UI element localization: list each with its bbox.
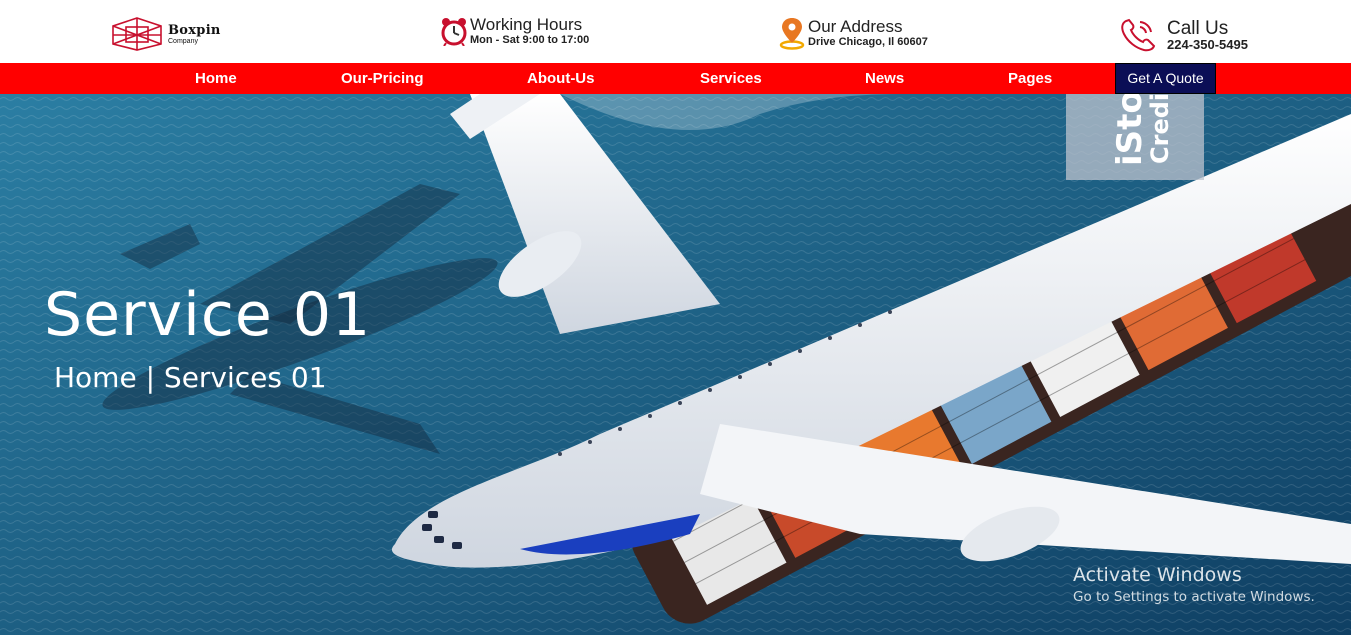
get-a-quote-button[interactable]: Get A Quote [1115,63,1216,94]
nav-about-us[interactable]: About-Us [527,63,595,94]
page-title: Service 01 [44,280,372,350]
address-info: Our Address Drive Chicago, Il 60607 [779,16,928,50]
breadcrumb: Home | Services 01 [54,361,327,394]
nav-our-pricing[interactable]: Our-Pricing [341,63,424,94]
top-info-bar: Boxpin Company Working Hours Mon - Sat 9… [0,0,1351,63]
phone-icon [1118,17,1164,53]
alarm-clock-icon [441,16,467,46]
hero-banner: iSto Credit Service 01 Home | Services 0… [0,94,1351,635]
address-title: Our Address [808,17,903,36]
stock-watermark-line2: Credit [1146,94,1174,164]
nav-home[interactable]: Home [195,63,237,94]
activate-windows-title: Activate Windows [1073,564,1242,586]
brand-tagline: Company [168,37,198,45]
call-info[interactable]: Call Us 224-350-5495 [1118,17,1248,53]
working-hours-info: Working Hours Mon - Sat 9:00 to 17:00 [441,16,589,46]
address-detail: Drive Chicago, Il 60607 [808,36,928,48]
stock-watermark-line1: iSto [1110,94,1150,166]
brand-name: Boxpin [168,22,221,38]
brand-logo-icon [112,17,162,51]
working-hours-title: Working Hours [470,15,583,34]
call-phone-number[interactable]: 224-350-5495 [1167,38,1248,51]
working-hours-detail: Mon - Sat 9:00 to 17:00 [470,34,590,46]
nav-services[interactable]: Services [700,63,762,94]
stock-photo-watermark: iSto Credit [1066,94,1204,180]
main-nav: Home Our-Pricing About-Us Services News … [0,63,1351,94]
location-pin-icon [779,16,805,50]
nav-news[interactable]: News [865,63,904,94]
nav-pages[interactable]: Pages [1008,63,1052,94]
activate-windows-subtitle: Go to Settings to activate Windows. [1073,589,1315,605]
call-title: Call Us [1167,18,1229,39]
brand-logo[interactable]: Boxpin Company [112,17,221,51]
